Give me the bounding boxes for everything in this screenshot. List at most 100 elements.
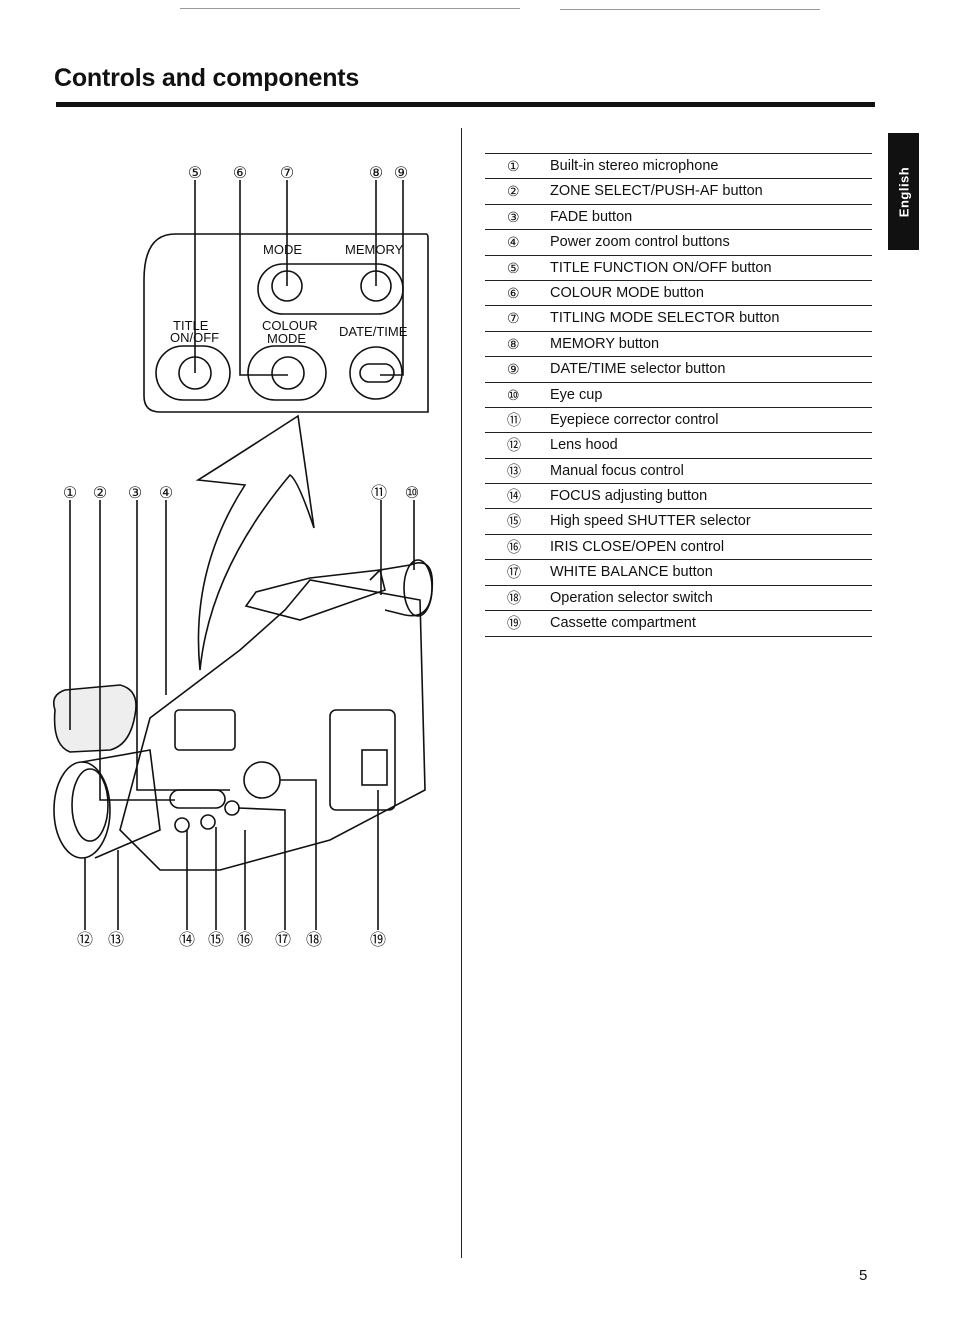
panel-label-mode: MODE xyxy=(263,242,302,257)
callout-2: ② xyxy=(93,485,107,502)
legend-label: WHITE BALANCE button xyxy=(550,564,713,581)
legend-label: Cassette compartment xyxy=(550,615,696,632)
language-tab-label: English xyxy=(896,166,911,217)
legend-number: ⑲ xyxy=(507,615,521,632)
callout-8: ⑧ xyxy=(369,165,383,182)
colour-mode-housing xyxy=(247,345,327,401)
eyepiece xyxy=(369,562,434,617)
callout-17: ⑰ xyxy=(275,931,291,949)
callout-12: ⑫ xyxy=(77,931,93,949)
title-rule xyxy=(56,102,875,107)
callout-5: ⑤ xyxy=(188,165,202,182)
legend-number: ⑦ xyxy=(507,310,520,327)
legend-item: ⑩ Eye cup xyxy=(485,381,872,407)
legend-item: ⑭ FOCUS adjusting button xyxy=(485,483,872,508)
legend-item: ⑨ DATE/TIME selector button xyxy=(485,356,872,381)
callout-3: ③ xyxy=(128,485,142,502)
legend-label: Manual focus control xyxy=(550,462,684,479)
panel-label-date-time: DATE/TIME xyxy=(339,324,408,339)
legend-label: FADE button xyxy=(550,208,633,225)
panel-label-memory: MEMORY xyxy=(345,242,404,257)
language-tab: English xyxy=(888,133,919,250)
callout-19: ⑲ xyxy=(370,931,386,949)
date-time-button xyxy=(359,363,395,383)
scan-artifact xyxy=(180,8,520,9)
legend-item: ⑪ Eyepiece corrector control xyxy=(485,406,872,432)
legend-number: ⑨ xyxy=(507,361,520,378)
legend-number: ⑰ xyxy=(507,564,521,581)
colour-mode-button xyxy=(271,356,305,390)
legend-label: Lens hood xyxy=(550,437,618,454)
legend-item: ⑫ Lens hood xyxy=(485,432,872,457)
callout-15: ⑮ xyxy=(208,931,224,949)
legend-number: ⑬ xyxy=(507,462,521,479)
legend-item: ⑰ WHITE BALANCE button xyxy=(485,559,872,584)
legend-number: ⑮ xyxy=(507,513,521,530)
legend-item: ⑧ MEMORY button xyxy=(485,330,872,356)
legend-number: ⑱ xyxy=(507,589,521,606)
legend-label: TITLE FUNCTION ON/OFF button xyxy=(550,259,772,276)
legend-label: High speed SHUTTER selector xyxy=(550,513,751,530)
callout-10: ⑩ xyxy=(405,485,419,502)
legend-item: ⑬ Manual focus control xyxy=(485,457,872,483)
legend-label: Built-in stereo microphone xyxy=(550,158,719,174)
panel-label-colour-mode: MODE xyxy=(267,331,306,346)
legend-item: ⑥ COLOUR MODE button xyxy=(485,279,872,305)
legend-number: ② xyxy=(507,183,520,200)
legend-label: Operation selector switch xyxy=(550,589,713,606)
legend-number: ⑭ xyxy=(507,488,521,505)
legend-item: ⑮ High speed SHUTTER selector xyxy=(485,508,872,533)
legend-item: ⑲ Cassette compartment xyxy=(485,610,872,637)
component-legend: ① Built-in stereo microphone ② ZONE SELECT… xyxy=(485,153,872,637)
legend-item: ③ FADE button xyxy=(485,203,872,229)
legend-label: Eyepiece corrector control xyxy=(550,411,719,428)
arrow-icon xyxy=(195,414,315,671)
callout-7: ⑦ xyxy=(280,165,294,182)
legend-item: ① Built-in stereo microphone xyxy=(485,153,872,178)
legend-number: ④ xyxy=(507,234,520,251)
legend-label: TITLING MODE SELECTOR button xyxy=(550,310,780,327)
legend-item: ⑦ TITLING MODE SELECTOR button xyxy=(485,305,872,330)
legend-label: Power zoom control buttons xyxy=(550,234,730,251)
callout-14: ⑭ xyxy=(179,931,195,949)
legend-item: ⑱ Operation selector switch xyxy=(485,584,872,610)
legend-number: ⑩ xyxy=(507,386,520,403)
callout-11: ⑪ xyxy=(371,484,387,502)
legend-number: ① xyxy=(507,158,520,174)
page-number: 5 xyxy=(859,1267,868,1284)
callout-6: ⑥ xyxy=(233,165,247,182)
legend-number: ⑥ xyxy=(507,284,520,301)
legend-number: ⑤ xyxy=(507,259,520,276)
legend-label: IRIS CLOSE/OPEN control xyxy=(550,538,725,555)
camcorder-diagram: MODE MEMORY TITLE ON/OFF COLOUR MODE DAT… xyxy=(52,165,434,949)
microphone xyxy=(52,684,137,753)
legend-label: FOCUS adjusting button xyxy=(550,488,708,505)
legend-item: ② ZONE SELECT/PUSH-AF button xyxy=(485,178,872,203)
legend-item: ⑯ IRIS CLOSE/OPEN control xyxy=(485,533,872,559)
callout-16: ⑯ xyxy=(237,931,253,949)
panel-label-onoff: ON/OFF xyxy=(170,330,219,345)
callout-13: ⑬ xyxy=(108,931,124,949)
callout-4: ④ xyxy=(159,485,173,502)
eye-cup xyxy=(403,559,433,617)
legend-label: MEMORY button xyxy=(550,335,660,352)
scan-artifact xyxy=(560,9,820,10)
legend-number: ⑯ xyxy=(507,538,521,555)
legend-item: ④ Power zoom control buttons xyxy=(485,229,872,254)
legend-label: ZONE SELECT/PUSH-AF button xyxy=(550,183,763,200)
operation-selector xyxy=(243,761,281,799)
legend-label: Eye cup xyxy=(550,386,603,403)
legend-label: COLOUR MODE button xyxy=(550,284,704,301)
column-divider xyxy=(461,128,462,1258)
callout-18: ⑱ xyxy=(306,931,322,949)
legend-number: ③ xyxy=(507,208,520,225)
legend-label: DATE/TIME selector button xyxy=(550,361,726,378)
legend-number: ⑧ xyxy=(507,335,520,352)
legend-item: ⑤ TITLE FUNCTION ON/OFF button xyxy=(485,254,872,280)
legend-number: ⑫ xyxy=(507,437,521,454)
legend-number: ⑪ xyxy=(507,411,521,428)
callout-9: ⑨ xyxy=(394,165,408,182)
title-onoff-housing xyxy=(155,345,231,401)
page-title: Controls and components xyxy=(54,64,360,92)
callout-1: ① xyxy=(63,485,77,502)
